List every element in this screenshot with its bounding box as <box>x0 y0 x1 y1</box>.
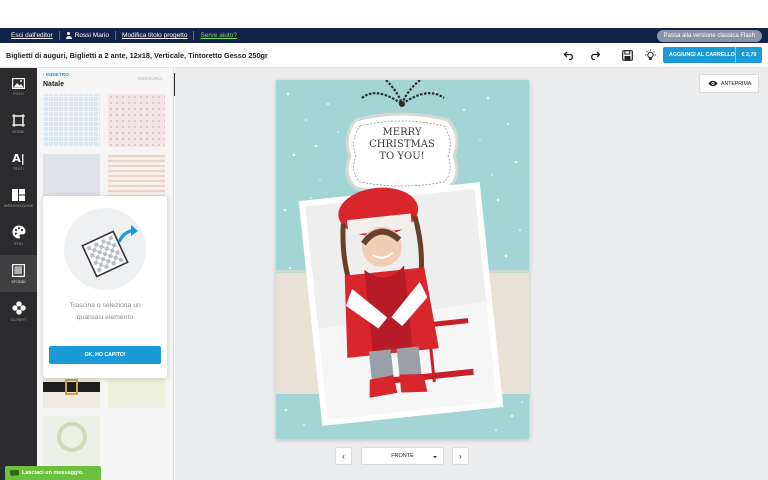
drag-hint-tooltip: Trascina o seleziona un qualsiasi elemen… <box>43 196 167 378</box>
belt-buckle <box>65 379 78 395</box>
card-text-line: TO YOU! <box>379 151 425 162</box>
rail-label: BORDI <box>12 129 25 134</box>
preview-button[interactable]: ANTEPRIMA <box>699 74 759 93</box>
rail-item-clipart[interactable]: CLIPART <box>0 293 37 330</box>
rail-label: IMPAGINAZIONE <box>3 204 34 208</box>
greeting-card-front[interactable]: MERRY CHRISTMAS TO YOU! <box>276 80 529 439</box>
chevron-left-icon: ‹ <box>342 451 345 461</box>
rail-item-sfondi[interactable]: SFONDI <box>0 255 37 292</box>
chevron-right-icon: › <box>459 451 462 461</box>
background-thumbnail[interactable] <box>43 94 100 147</box>
background-thumbnail[interactable] <box>108 94 165 147</box>
undo-icon[interactable] <box>563 49 576 62</box>
chat-label: Lasciaci un messaggio. <box>22 470 84 476</box>
chevron-down-icon <box>433 456 437 458</box>
page-select-label: FRONTE <box>391 453 414 459</box>
rail-label: SFONDI <box>11 279 26 284</box>
preview-label: ANTEPRIMA <box>721 80 752 87</box>
rail-item-foto[interactable]: FOTO <box>0 68 37 105</box>
top-nav-bar: Esci dall'editor Rossi Mario Modifica ti… <box>0 28 768 43</box>
panel-title: Natale <box>43 81 65 88</box>
clipart-icon <box>11 301 26 315</box>
page-select[interactable]: FRONTE <box>361 447 444 465</box>
back-link-label: INDIETRO <box>45 73 69 78</box>
card-text-line: CHRISTMAS <box>369 139 435 150</box>
back-link[interactable]: ‹ INDIETRO <box>43 73 69 78</box>
wreath-icon <box>57 422 87 452</box>
cart-price: € 2,79 <box>735 47 762 63</box>
rail-item-impaginazione[interactable]: IMPAGINAZIONE <box>0 180 37 217</box>
nav-divider <box>193 31 195 40</box>
project-title: Biglietti di auguri, Biglietti a 2 ante,… <box>6 50 268 60</box>
rail-item-bordi[interactable]: BORDI <box>0 105 37 142</box>
got-it-button[interactable]: OK, HO CAPITO! <box>49 346 161 364</box>
add-to-cart-button[interactable]: AGGIUNGI AL CARRELLO € 2,79 <box>663 47 762 63</box>
user-icon <box>65 32 72 39</box>
rail-item-stili[interactable]: STILI <box>0 217 37 254</box>
top-blank-strip <box>0 0 768 28</box>
nav-divider <box>115 31 117 40</box>
rail-label: TESTI <box>13 166 24 171</box>
title-bar: Biglietti di auguri, Biglietti a 2 ante,… <box>0 43 768 68</box>
add-to-cart-label: AGGIUNGI AL CARRELLO <box>669 52 735 58</box>
text-icon: A| <box>12 151 25 165</box>
chat-icon <box>10 469 19 477</box>
lightbulb-icon[interactable] <box>644 49 657 62</box>
photo-icon <box>12 77 25 89</box>
chat-widget[interactable]: Lasciaci un messaggio. <box>5 466 101 480</box>
hint-text: Trascina o seleziona un qualsiasi elemen… <box>69 302 141 321</box>
card-text-line: MERRY <box>382 127 422 138</box>
rail-label: CLIPART <box>10 318 27 322</box>
save-icon[interactable] <box>621 49 634 62</box>
prev-page-button[interactable]: ‹ <box>335 447 352 465</box>
redo-icon[interactable] <box>588 49 601 62</box>
background-thumbnail[interactable] <box>108 416 165 469</box>
background-icon <box>12 263 25 277</box>
user-name: Rossi Mario <box>74 32 110 39</box>
tool-rail: FOTO BORDI A| TESTI IMPAGINAZIONE STILI … <box>0 68 37 480</box>
palette-icon <box>12 225 25 239</box>
pattern-tile-icon <box>81 225 138 278</box>
reset-link[interactable]: RESSUNO <box>138 77 162 82</box>
background-thumbnail[interactable] <box>43 416 100 469</box>
nav-divider <box>58 31 60 40</box>
edit-title-link[interactable]: Modifica titolo progetto <box>122 32 187 39</box>
page-navigator: ‹ FRONTE › <box>335 447 470 465</box>
help-link[interactable]: Serve aiuto? <box>200 32 237 39</box>
user-menu[interactable]: Rossi Mario <box>65 32 110 39</box>
rail-label: FOTO <box>13 91 24 96</box>
rail-label: STILI <box>13 242 24 246</box>
layout-icon <box>12 189 25 201</box>
exit-editor-link[interactable]: Esci dall'editor <box>11 32 53 39</box>
card-greeting-text: MERRY CHRISTMAS TO YOU! <box>352 127 452 163</box>
classic-version-button[interactable]: Passa alla versione classica Flash <box>656 29 762 42</box>
next-page-button[interactable]: › <box>452 447 469 465</box>
border-icon <box>12 113 25 127</box>
rail-item-testi[interactable]: A| TESTI <box>0 143 37 180</box>
eye-icon <box>708 80 718 87</box>
